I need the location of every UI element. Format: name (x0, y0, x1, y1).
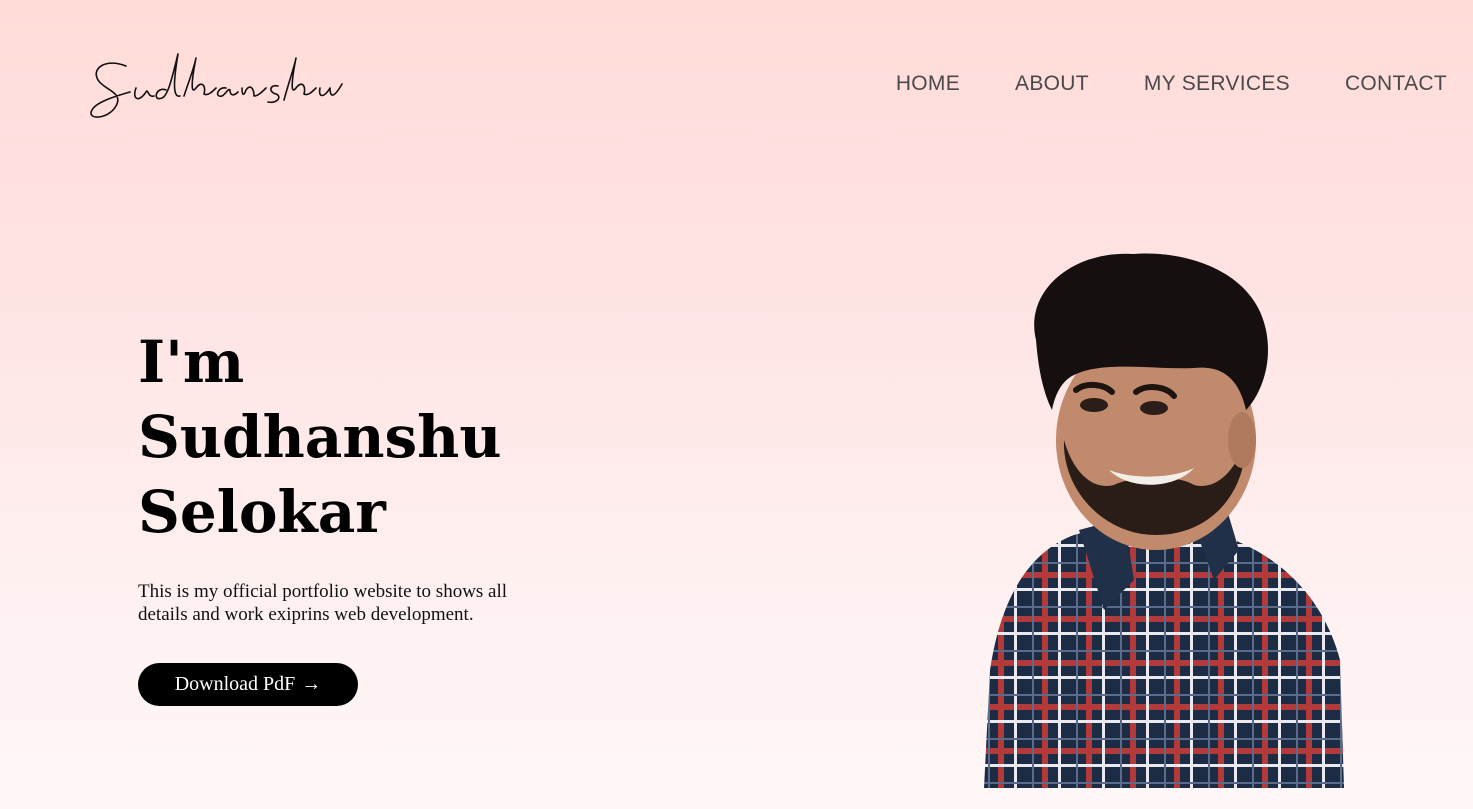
arrow-right-icon: → (301, 673, 322, 695)
nav-about[interactable]: ABOUT (1015, 72, 1089, 96)
logo[interactable] (86, 48, 346, 128)
hero-title-line-2: Sudhanshu (138, 403, 502, 471)
nav-contact[interactable]: CONTACT (1345, 72, 1447, 96)
hero-title: I'm Sudhanshu Selokar (138, 325, 502, 550)
download-pdf-label: Download PdF (174, 673, 296, 695)
download-pdf-button[interactable]: Download PdF → (138, 663, 358, 706)
main-nav: HOME ABOUT MY SERVICES CONTACT (896, 72, 1447, 96)
nav-home[interactable]: HOME (896, 72, 960, 96)
profile-photo (984, 250, 1344, 788)
hero-title-line-3: Selokar (138, 478, 386, 546)
signature-logo (90, 53, 343, 118)
portrait-illustration (984, 253, 1344, 788)
hero-title-line-1: I'm (138, 328, 245, 396)
nav-my-services[interactable]: MY SERVICES (1144, 72, 1290, 96)
hero-description: This is my official portfolio website to… (138, 581, 508, 625)
